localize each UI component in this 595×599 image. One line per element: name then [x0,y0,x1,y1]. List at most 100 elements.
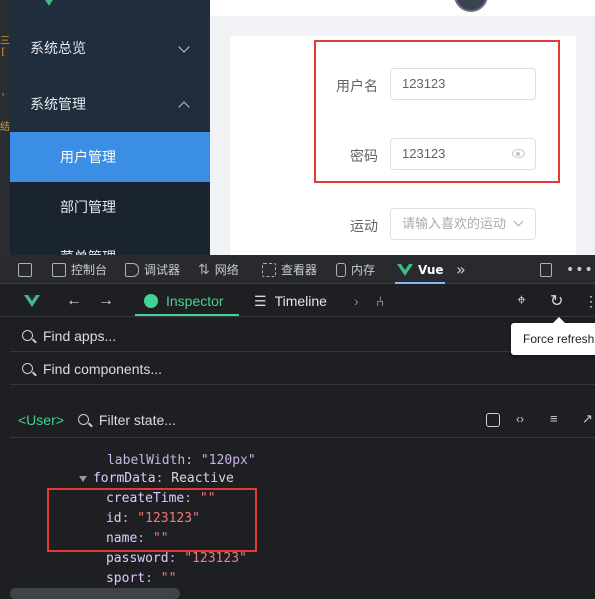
menu-item-system-overview[interactable]: 系统总览 [10,20,210,76]
find-components-field[interactable]: Find components... [10,353,595,385]
tab-label: 调试器 [144,263,181,277]
chevron-down-icon [178,41,190,53]
tab-label: 控制台 [71,263,108,277]
vue-icon [397,263,413,276]
password-input-value: 123123 [402,146,446,161]
state-row-id[interactable]: id: "123123" [59,489,200,526]
username-input[interactable]: 123123 [390,68,536,100]
submenu-item-label: 菜单管理 [60,247,116,255]
select-component-button[interactable]: ⌖ [517,285,526,317]
sidebar: 系统总览 系统管理 用户管理 部门管理 菜单管理 [10,0,210,255]
menu-item-label: 系统总览 [30,41,86,57]
tab-label: 查看器 [281,263,318,277]
debugger-icon [125,262,139,277]
pick-element-button[interactable] [18,255,32,284]
sport-label: 运动 [350,219,378,235]
tab-label: 内存 [351,263,376,277]
vue-devtools-toolbar: ← → Inspector ☰ Timeline › ⑃ ⌖ ↻ ⋮ [0,285,595,317]
top-header [210,0,595,16]
more-tabs-chevron[interactable]: › [354,285,359,317]
state-row-formdata[interactable]: formData: Reactive [32,449,234,486]
username-label: 用户名 [336,79,378,95]
sport-select[interactable]: 请输入喜欢的运动 [390,208,536,240]
username-input-value: 123123 [402,76,446,91]
app-window: 三[ ' 结 系统总览 系统管理 用户管理 部门管理 菜单管理 用户名 [0,0,595,255]
compass-icon [144,294,158,308]
menu-item-label: 系统管理 [30,97,86,113]
network-icon: ⇅ [198,261,210,278]
code-icon[interactable]: ‹› [516,412,530,426]
vue-icon [24,295,40,307]
arrow-left-icon: ← [66,292,82,309]
state-value: "" [160,571,177,586]
main-content: 用户名 123123 密码 123123 运动 请输入喜欢的运动 [210,0,595,255]
horizontal-scrollbar[interactable] [10,588,180,599]
password-label: 密码 [350,149,378,165]
state-value: "" [199,491,216,506]
show-password-eye-icon[interactable] [512,149,525,158]
user-avatar[interactable] [454,0,488,12]
tab-label: Timeline [274,293,327,309]
pick-element-icon [18,262,32,277]
vue-logo-icon [40,0,58,6]
inspect-dom-icon[interactable]: ≡ [550,411,564,426]
target-icon: ⌖ [517,292,527,309]
component-tree-button[interactable]: ⑃ [376,285,384,317]
code-glyph: ' [0,92,7,103]
find-apps-placeholder: Find apps... [43,327,117,344]
state-tree: labelWidth: "120px" formData: Reactive c… [10,438,595,599]
user-form-card: 用户名 123123 密码 123123 运动 请输入喜欢的运动 [230,36,576,255]
menu-item-system-management[interactable]: 系统管理 [10,76,210,132]
state-row-name[interactable]: name: "" [59,509,169,546]
submenu-item-department-management[interactable]: 部门管理 [10,182,210,232]
memory-icon [336,262,346,277]
tab-timeline[interactable]: ☰ Timeline [254,285,327,317]
state-row-provided[interactable]: provided [32,570,133,599]
devtools-menu-button[interactable]: ••• [566,255,594,284]
submenu-item-user-management[interactable]: 用户管理 [10,132,210,182]
tab-inspector-vue[interactable]: Inspector [144,285,224,317]
force-refresh-tooltip: Force refresh [511,317,595,355]
state-row-sport[interactable]: sport: "" [59,549,176,586]
filter-state-input[interactable]: Filter state... [99,412,176,428]
arrow-right-icon: → [98,292,114,309]
inspector-icon [262,262,276,277]
force-refresh-button[interactable]: ↻ [550,285,563,317]
state-row-password[interactable]: password: "123123" [59,529,247,566]
password-input[interactable]: 123123 [390,138,536,170]
state-row-createtime[interactable]: createTime: "" [59,469,216,506]
selected-component-name: <User> [18,411,64,428]
tab-console[interactable]: 控制台 [52,255,107,284]
scroll-to-component-icon[interactable] [486,413,500,427]
forward-button[interactable]: → [98,285,114,317]
submenu-item-menu-management[interactable]: 菜单管理 [10,232,210,255]
find-components-placeholder: Find components... [43,360,163,377]
graph-icon: ⑃ [376,293,385,309]
sport-select-placeholder: 请输入喜欢的运动 [402,216,507,231]
back-button[interactable]: ← [66,285,82,317]
submenu-item-label: 用户管理 [60,150,116,166]
console-icon [52,262,66,277]
more-tabs-button[interactable]: » [456,255,466,284]
tab-label: Inspector [166,293,224,309]
chevron-down-icon [513,216,524,227]
tab-label: 网络 [214,263,239,277]
vue-menu-button[interactable]: ⋮ [584,285,595,317]
timeline-icon: ☰ [254,292,267,309]
state-inspector-header: <User> Filter state... ‹› ≡ ↗ [10,402,595,438]
editor-edge-strip: 三[ ' 结 [0,0,10,255]
responsive-mode-button[interactable] [540,255,552,284]
tab-debugger[interactable]: 调试器 [125,255,180,284]
find-apps-field[interactable]: Find apps... [10,320,595,352]
code-glyph: 三[ [0,36,10,58]
search-icon [22,363,33,374]
tab-memory[interactable]: 内存 [336,255,375,284]
chevron-right-icon: › [354,293,359,309]
tab-inspector[interactable]: 查看器 [262,255,317,284]
responsive-mode-icon [540,262,552,277]
tab-network[interactable]: ⇅ 网络 [198,255,239,284]
tab-label: Vue [418,262,444,277]
open-in-editor-icon[interactable]: ↗ [582,411,595,426]
tab-vue[interactable]: Vue [397,255,444,284]
active-tab-indicator [395,282,445,284]
